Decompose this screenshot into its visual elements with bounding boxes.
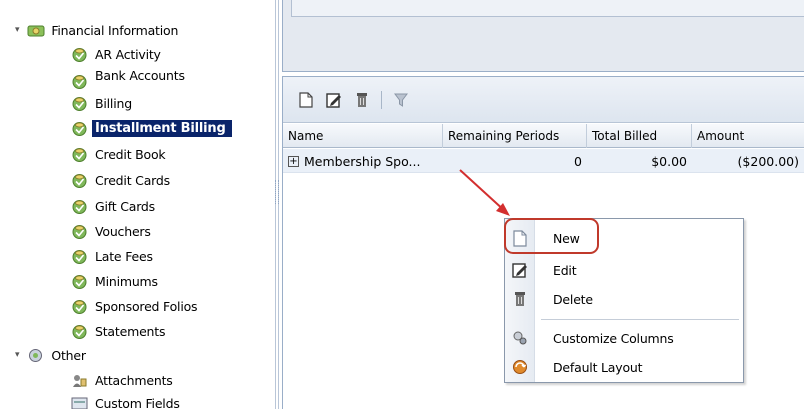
menu-item-delete[interactable]: Delete bbox=[505, 284, 743, 314]
detail-header-strip bbox=[291, 0, 804, 17]
tree-node-label: Financial Information bbox=[51, 22, 179, 38]
menu-item-new[interactable]: New bbox=[505, 223, 743, 253]
column-header-remaining-periods[interactable]: Remaining Periods bbox=[443, 124, 587, 148]
splitter-line bbox=[278, 0, 279, 409]
expand-row-icon[interactable]: + bbox=[288, 155, 299, 167]
menu-item-label: Delete bbox=[553, 291, 593, 307]
tree-node-label: Other bbox=[51, 347, 86, 363]
tree-item-vouchers[interactable]: Vouchers bbox=[71, 220, 154, 242]
tree-item-label: Sponsored Folios bbox=[95, 298, 198, 314]
customize-columns-icon bbox=[505, 323, 535, 353]
leaf-node-icon bbox=[71, 172, 88, 189]
menu-item-label: Customize Columns bbox=[553, 330, 674, 346]
menu-item-label: New bbox=[553, 230, 580, 246]
cell-total-billed: $0.00 bbox=[651, 153, 687, 169]
new-icon bbox=[505, 223, 535, 253]
pane-splitter[interactable] bbox=[272, 0, 282, 409]
column-header-name[interactable]: Name bbox=[283, 124, 443, 148]
attachment-icon bbox=[71, 372, 88, 389]
toolbar-separator bbox=[381, 90, 382, 109]
tree-node-other[interactable]: ▾ Other bbox=[15, 344, 89, 366]
tree-item-label: Vouchers bbox=[95, 223, 151, 239]
tree-item-label: Installment Billing bbox=[92, 119, 232, 137]
tree-item-ar-activity[interactable]: AR Activity bbox=[71, 43, 164, 65]
leaf-node-icon bbox=[71, 120, 88, 137]
splitter-grip[interactable] bbox=[275, 180, 279, 204]
tree-item-statements[interactable]: Statements bbox=[71, 320, 168, 342]
tree-item-label: Billing bbox=[95, 95, 132, 111]
table-row[interactable]: + Membership Spo... 0 $0.00 ($200.00) bbox=[283, 149, 804, 173]
delete-icon bbox=[357, 92, 367, 107]
tree-item-billing[interactable]: Billing bbox=[71, 92, 135, 114]
collapse-arrow-icon[interactable]: ▾ bbox=[15, 350, 20, 360]
menu-item-default-layout[interactable]: Default Layout bbox=[505, 352, 743, 382]
menu-item-edit[interactable]: Edit bbox=[505, 255, 743, 285]
tree-item-attachments[interactable]: Attachments bbox=[71, 369, 176, 391]
toolbar-edit-button[interactable] bbox=[321, 88, 347, 112]
menu-item-label: Edit bbox=[553, 262, 577, 278]
tree-item-label: Late Fees bbox=[95, 248, 153, 264]
toolbar-delete-button[interactable] bbox=[349, 88, 375, 112]
filter-icon bbox=[394, 93, 408, 107]
grid-toolbar bbox=[283, 77, 804, 123]
menu-item-customize-columns[interactable]: Customize Columns bbox=[505, 323, 743, 353]
leaf-node-icon bbox=[71, 298, 88, 315]
new-icon bbox=[299, 91, 313, 108]
column-header-amount[interactable]: Amount bbox=[692, 124, 804, 148]
tree-item-late-fees[interactable]: Late Fees bbox=[71, 245, 156, 267]
cell-name: + Membership Spo... bbox=[283, 149, 443, 173]
tree-item-label: AR Activity bbox=[95, 46, 161, 62]
context-menu: New Edit Delete Customize Columns Defaul… bbox=[504, 218, 744, 383]
leaf-node-icon bbox=[71, 248, 88, 265]
tree-item-custom-fields[interactable]: Custom Fields bbox=[71, 392, 183, 409]
tree-item-credit-book[interactable]: Credit Book bbox=[71, 143, 168, 165]
splitter-line bbox=[275, 0, 276, 409]
tree-item-installment-billing[interactable]: Installment Billing bbox=[71, 117, 232, 139]
collapse-arrow-icon[interactable]: ▾ bbox=[15, 25, 20, 35]
gear-folder-icon bbox=[27, 347, 44, 364]
menu-item-label: Default Layout bbox=[553, 359, 643, 375]
column-header-total-billed[interactable]: Total Billed bbox=[587, 124, 692, 148]
money-icon bbox=[27, 22, 45, 39]
leaf-node-icon bbox=[71, 73, 88, 90]
tree-item-label: Statements bbox=[95, 323, 166, 339]
navigation-tree: ▾ Financial Information AR Activity Bank… bbox=[0, 0, 272, 409]
cell-name-text: Membership Spo... bbox=[304, 153, 421, 169]
tree-item-label: Minimums bbox=[95, 273, 158, 289]
edit-icon bbox=[326, 92, 341, 108]
detail-header-panel bbox=[282, 0, 804, 72]
menu-separator bbox=[541, 319, 739, 320]
cell-amount: ($200.00) bbox=[737, 153, 799, 169]
custom-fields-icon bbox=[71, 395, 88, 409]
tree-item-gift-cards[interactable]: Gift Cards bbox=[71, 195, 158, 217]
leaf-node-icon bbox=[71, 198, 88, 215]
tree-item-label: Credit Cards bbox=[95, 172, 170, 188]
toolbar-filter-button[interactable] bbox=[388, 88, 414, 112]
tree-item-label: Credit Book bbox=[95, 146, 166, 162]
toolbar-new-button[interactable] bbox=[293, 88, 319, 112]
tree-item-sponsored-folios[interactable]: Sponsored Folios bbox=[71, 295, 200, 317]
leaf-node-icon bbox=[71, 95, 88, 112]
leaf-node-icon bbox=[71, 273, 88, 290]
leaf-node-icon bbox=[71, 223, 88, 240]
grid-header-row: Name Remaining Periods Total Billed Amou… bbox=[283, 124, 804, 148]
tree-item-minimums[interactable]: Minimums bbox=[71, 270, 161, 292]
leaf-node-icon bbox=[71, 46, 88, 63]
default-layout-icon bbox=[505, 352, 535, 382]
tree-item-label: Bank Accounts bbox=[95, 68, 185, 83]
edit-icon bbox=[505, 255, 535, 285]
tree-node-financial-information[interactable]: ▾ Financial Information bbox=[15, 19, 181, 41]
tree-item-credit-cards[interactable]: Credit Cards bbox=[71, 169, 173, 191]
cell-remaining-periods: 0 bbox=[574, 153, 582, 169]
leaf-node-icon bbox=[71, 323, 88, 340]
tree-item-label: Gift Cards bbox=[95, 198, 155, 214]
delete-icon bbox=[505, 284, 535, 314]
tree-item-label: Attachments bbox=[95, 372, 173, 388]
tree-item-label: Custom Fields bbox=[95, 395, 180, 409]
leaf-node-icon bbox=[71, 146, 88, 163]
